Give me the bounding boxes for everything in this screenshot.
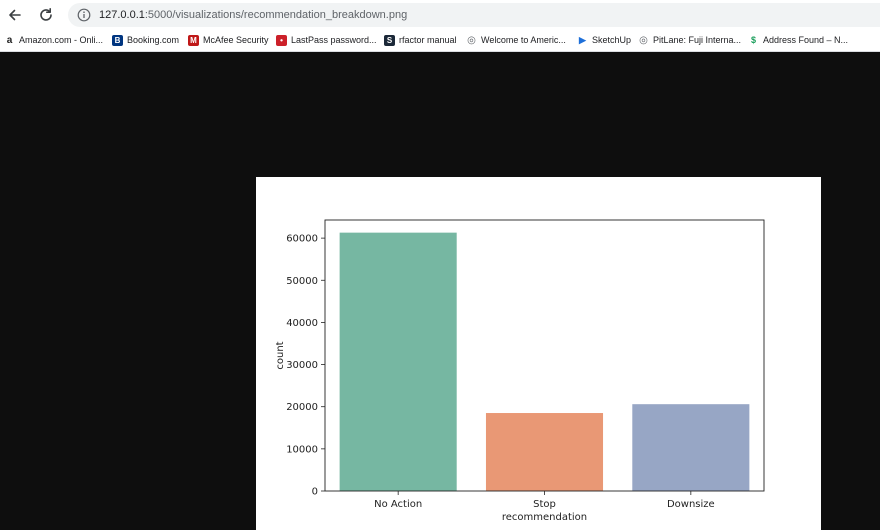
- bar: [339, 232, 457, 491]
- bookmark-label: Amazon.com - Onli...: [19, 35, 104, 45]
- bookmark-item[interactable]: B Booking.com: [112, 32, 179, 48]
- y-tick-label: 50000: [286, 276, 318, 287]
- bookmark-item[interactable]: Srfactor manual: [384, 32, 457, 48]
- bookmark-label: Booking.com: [127, 35, 180, 45]
- bookmark-item[interactable]: M McAfee Security: [188, 32, 269, 48]
- bookmark-label: SketchUp: [592, 35, 632, 45]
- bookmark-label: LastPass password...: [291, 35, 377, 45]
- globe-icon: ◎: [467, 34, 476, 46]
- bookmark-item[interactable]: • LastPass password...: [276, 32, 377, 48]
- booking-icon: B: [112, 34, 123, 46]
- amazon-icon: a: [6, 34, 13, 46]
- bar-chart: No Action Stop Downsize 0 10000 20000 30000 400…: [275, 219, 765, 523]
- y-tick-label: 10000: [286, 444, 318, 455]
- x-tick-label: Downsize: [667, 499, 715, 510]
- x-axis-label: recommendation: [502, 512, 587, 523]
- bookmark-item[interactable]: $ Address Found – N...: [748, 32, 848, 48]
- bookmark-label: PitLane: Fuji Interna...: [653, 35, 742, 45]
- steam-icon: S: [384, 34, 395, 46]
- bar: [485, 413, 604, 491]
- address-bar[interactable]: 127.0.0.1:5000/visualizations/recommenda…: [68, 3, 880, 27]
- x-tick-label: No Action: [374, 499, 422, 510]
- bookmark-label: Welcome to Americ...: [481, 35, 566, 45]
- sketchup-icon: ▶: [579, 34, 586, 45]
- bookmark-label: McAfee Security: [203, 35, 269, 45]
- page-viewport: No Action Stop Downsize 0 10000 20000 30000 400…: [0, 52, 880, 530]
- globe-icon: ◎: [639, 34, 648, 46]
- url-path: :5000/visualizations/recommendation_brea…: [144, 9, 408, 21]
- lastpass-icon: •: [276, 34, 287, 46]
- address-icon: $: [750, 35, 756, 45]
- url-text[interactable]: 127.0.0.1:5000/visualizations/recommenda…: [99, 9, 407, 21]
- url-host: 127.0.0.1: [99, 9, 145, 21]
- reload-button[interactable]: [35, 4, 57, 26]
- bookmark-item[interactable]: ▶ SketchUp: [577, 32, 631, 48]
- back-button[interactable]: [4, 4, 26, 26]
- y-tick-label: 40000: [286, 318, 318, 329]
- y-tick-label: 20000: [286, 402, 318, 413]
- bar: [632, 404, 750, 491]
- reload-icon: [40, 8, 52, 21]
- bookmark-label: rfactor manual: [399, 35, 457, 45]
- y-axis-label: count: [275, 341, 286, 369]
- y-tick-label: 60000: [286, 234, 318, 245]
- y-tick-label: 0: [312, 487, 318, 498]
- x-tick-label: Stop: [533, 499, 556, 510]
- bookmark-item[interactable]: a Amazon.com - Onli...: [4, 32, 103, 48]
- site-info-icon[interactable]: [77, 8, 91, 22]
- bookmark-label: Address Found – N...: [763, 35, 849, 45]
- y-tick-label: 30000: [286, 360, 318, 371]
- bookmark-item[interactable]: ◎ Welcome to Americ...: [466, 32, 566, 48]
- chart-image: No Action Stop Downsize 0 10000 20000 30000 400…: [256, 177, 821, 530]
- bookmark-item[interactable]: ◎ PitLane: Fuji Interna...: [638, 32, 741, 48]
- back-arrow-icon: [9, 9, 21, 21]
- bookmarks-bar: a Amazon.com - Onli... B Booking.com M McAfee…: [0, 29, 880, 52]
- browser-toolbar: 127.0.0.1:5000/visualizations/recommenda…: [0, 0, 880, 29]
- mcafee-icon: M: [188, 34, 199, 46]
